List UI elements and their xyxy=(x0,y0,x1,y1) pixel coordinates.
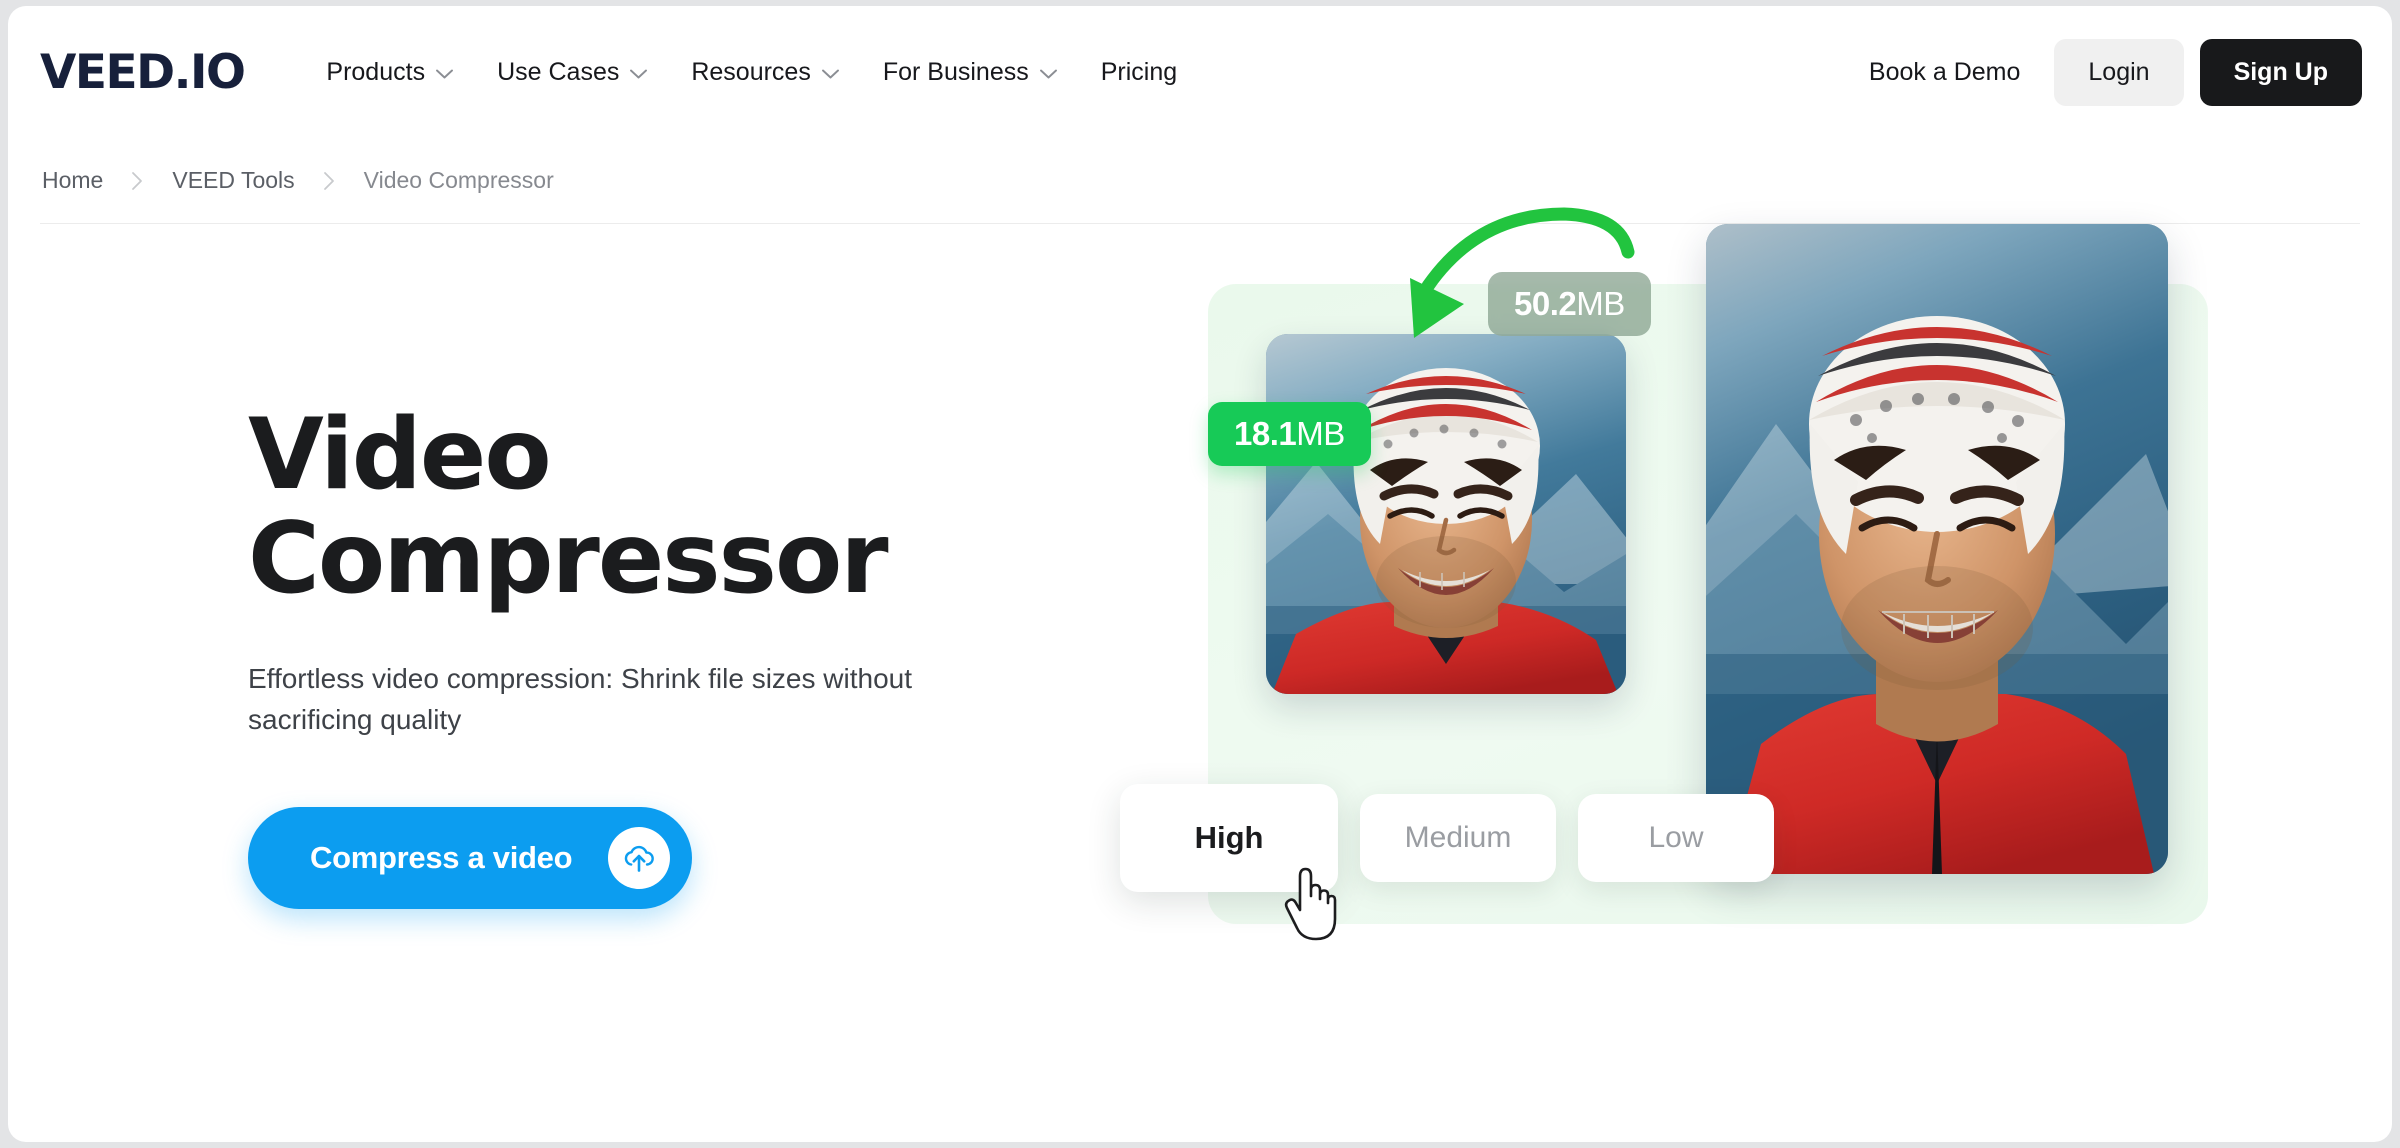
breadcrumb-separator-icon xyxy=(131,171,144,191)
main-navigation: Products Use Cases Resources For Busines… xyxy=(304,48,1199,97)
nav-item-pricing[interactable]: Pricing xyxy=(1079,48,1199,97)
page-root: VEED.IO Products Use Cases Resources For… xyxy=(8,6,2392,1142)
chevron-down-icon xyxy=(630,69,648,79)
nav-item-use-cases[interactable]: Use Cases xyxy=(475,48,669,97)
hero-subtitle: Effortless video compression: Shrink fil… xyxy=(248,662,912,736)
page-title-line-2: Compressor xyxy=(248,501,889,616)
compressed-video-preview xyxy=(1266,334,1626,694)
book-a-demo-link[interactable]: Book a Demo xyxy=(1851,46,2038,99)
portrait-photo-large xyxy=(1706,224,2168,874)
nav-item-products[interactable]: Products xyxy=(304,48,475,97)
chevron-down-icon xyxy=(436,69,454,79)
nav-label: Pricing xyxy=(1100,57,1178,86)
original-video-preview xyxy=(1706,224,2168,874)
login-button[interactable]: Login xyxy=(2054,38,2184,106)
original-size-value: 50.2 xyxy=(1514,285,1577,322)
compressed-size-value: 18.1 xyxy=(1234,415,1297,452)
page-title: Video Compressor xyxy=(248,403,1048,612)
nav-label: Use Cases xyxy=(497,57,620,86)
header-actions: Book a Demo Login Sign Up xyxy=(1851,38,2362,106)
signup-button[interactable]: Sign Up xyxy=(2199,38,2362,106)
original-size-unit: MB xyxy=(1576,285,1625,322)
veed-logo[interactable]: VEED.IO xyxy=(40,45,246,100)
quality-option-low[interactable]: Low xyxy=(1578,794,1774,882)
cloud-upload-icon xyxy=(608,826,671,889)
breadcrumb-item-home[interactable]: Home xyxy=(42,167,103,194)
breadcrumb: Home VEED Tools Video Compressor xyxy=(40,138,2360,224)
compressed-size-badge: 18.1 MB xyxy=(1208,402,1371,466)
quality-selector: High Medium Low xyxy=(1120,784,1774,892)
nav-label: For Business xyxy=(882,57,1029,86)
breadcrumb-item-veed-tools[interactable]: VEED Tools xyxy=(172,167,294,194)
compression-illustration: 18.1 MB 50.2 MB High Medium Low xyxy=(1120,207,2348,941)
cta-label: Compress a video xyxy=(310,839,573,875)
quality-option-label: Medium xyxy=(1404,821,1512,854)
hero-content: Video Compressor Effortless video compre… xyxy=(48,224,1048,1141)
nav-label: Resources xyxy=(691,57,811,86)
compressed-size-unit: MB xyxy=(1296,415,1345,452)
hero-section: Video Compressor Effortless video compre… xyxy=(8,207,2392,1141)
breadcrumb-separator-icon xyxy=(323,171,336,191)
breadcrumb-item-video-compressor: Video Compressor xyxy=(363,167,554,193)
chevron-down-icon xyxy=(1039,69,1057,79)
compress-a-video-button[interactable]: Compress a video xyxy=(248,806,693,909)
quality-option-high[interactable]: High xyxy=(1120,784,1338,892)
hero-illustration-area: 18.1 MB 50.2 MB High Medium Low xyxy=(1048,207,2352,1141)
quality-option-label: Low xyxy=(1648,821,1704,854)
nav-label: Products xyxy=(326,57,426,86)
nav-item-for-business[interactable]: For Business xyxy=(861,48,1079,97)
page-title-line-1: Video xyxy=(248,398,552,512)
site-header: VEED.IO Products Use Cases Resources For… xyxy=(8,6,2392,138)
quality-option-medium[interactable]: Medium xyxy=(1360,794,1556,882)
quality-option-label: High xyxy=(1194,820,1264,855)
chevron-down-icon xyxy=(821,69,839,79)
original-size-badge: 50.2 MB xyxy=(1488,272,1651,336)
portrait-photo-small xyxy=(1266,334,1626,694)
nav-item-resources[interactable]: Resources xyxy=(669,48,861,97)
